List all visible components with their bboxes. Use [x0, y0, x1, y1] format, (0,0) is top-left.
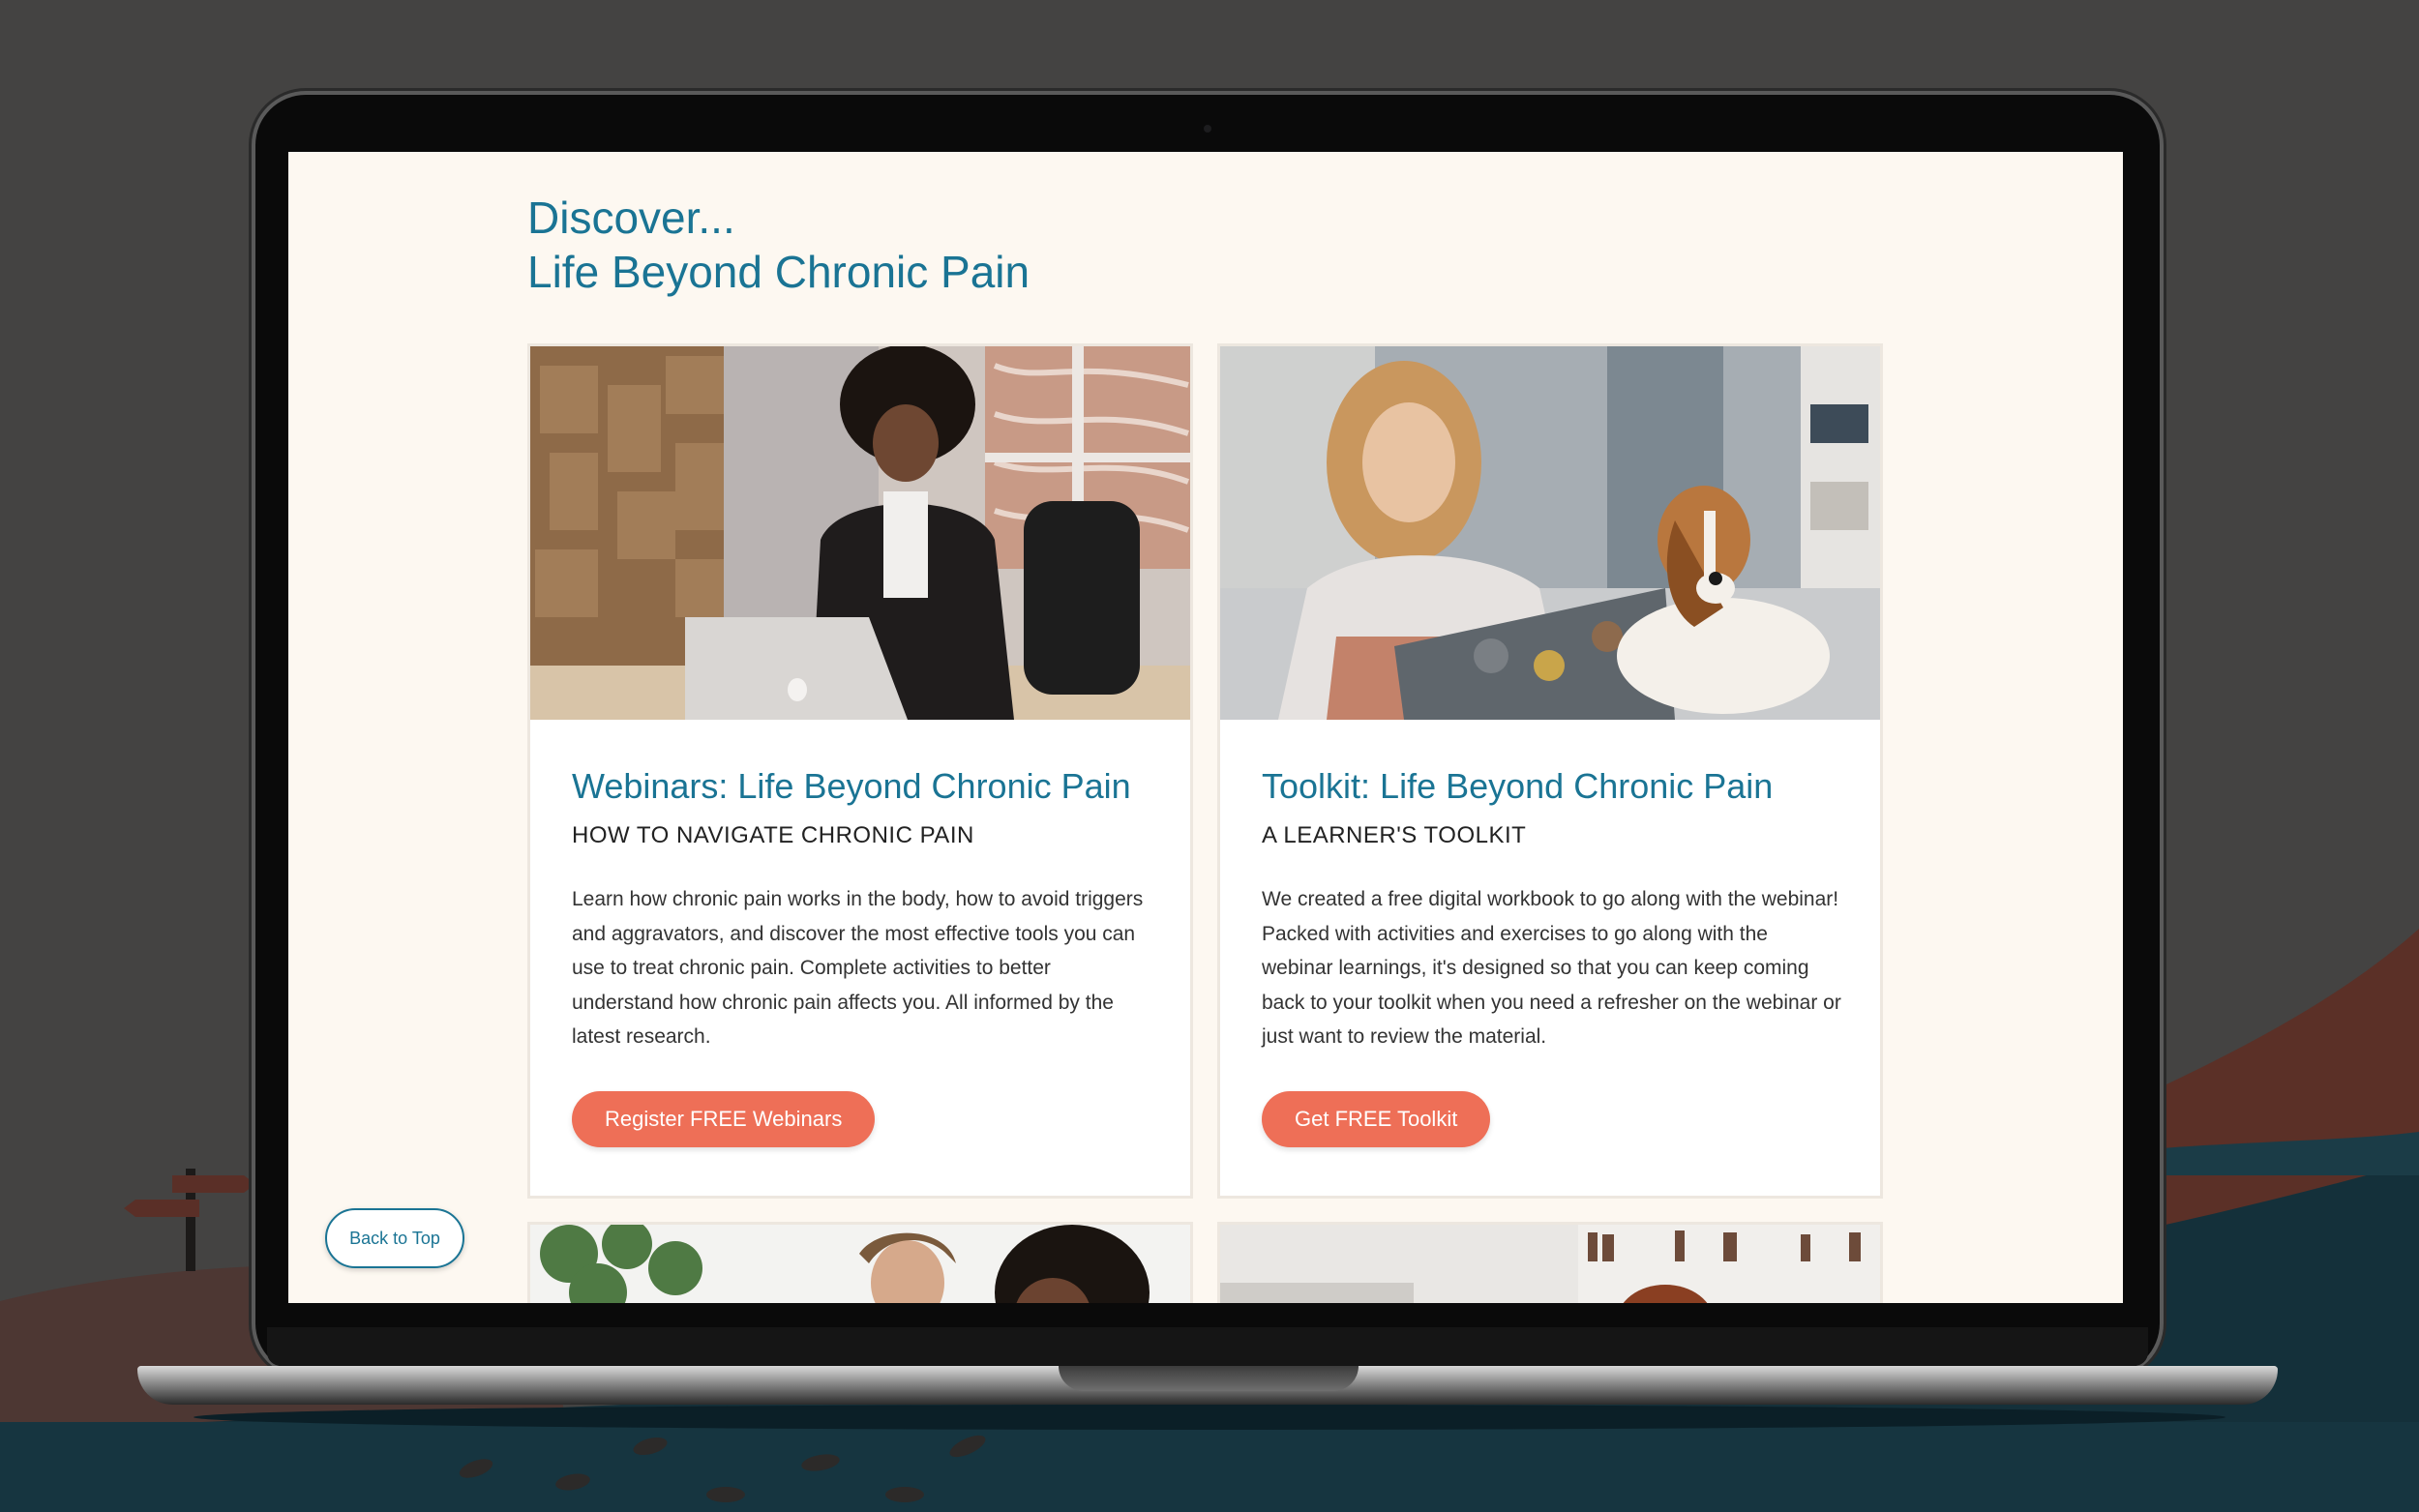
card-photo-woman-with-dog — [1220, 346, 1880, 720]
card-partial-3 — [527, 1222, 1193, 1303]
card-title: Toolkit: Life Beyond Chronic Pain — [1262, 766, 1774, 806]
card-description: We created a free digital workbook to go… — [1262, 888, 1841, 1048]
card-photo-woman-at-laptop — [530, 346, 1190, 720]
heading-line-2: Life Beyond Chronic Pain — [527, 247, 1030, 297]
section-heading: Discover... Life Beyond Chronic Pain — [527, 191, 1030, 299]
toolkit-card: Toolkit: Life Beyond Chronic Pain A LEAR… — [1217, 343, 1883, 1199]
back-to-top-button[interactable]: Back to Top — [325, 1208, 464, 1268]
card-photo-group — [530, 1225, 1190, 1303]
card-subtitle: HOW TO NAVIGATE CHRONIC PAIN — [572, 822, 974, 848]
camera-icon — [1204, 125, 1211, 133]
card-description: Learn how chronic pain works in the body… — [572, 888, 1144, 1048]
laptop-shadow — [194, 1405, 2225, 1430]
card-subtitle: A LEARNER'S TOOLKIT — [1262, 822, 1527, 848]
card-partial-4 — [1217, 1222, 1883, 1303]
laptop-chin — [267, 1327, 2148, 1366]
get-toolkit-button[interactable]: Get FREE Toolkit — [1262, 1091, 1491, 1147]
register-webinars-button[interactable]: Register FREE Webinars — [572, 1091, 876, 1147]
card-title: Webinars: Life Beyond Chronic Pain — [572, 766, 1131, 806]
card-photo-reading — [1220, 1225, 1880, 1303]
webinars-card: Webinars: Life Beyond Chronic Pain HOW T… — [527, 343, 1193, 1199]
laptop-hinge-notch — [1059, 1366, 1359, 1391]
heading-line-1: Discover... — [527, 193, 735, 243]
website-screen: Discover... Life Beyond Chronic Pain Web… — [288, 152, 2123, 1303]
